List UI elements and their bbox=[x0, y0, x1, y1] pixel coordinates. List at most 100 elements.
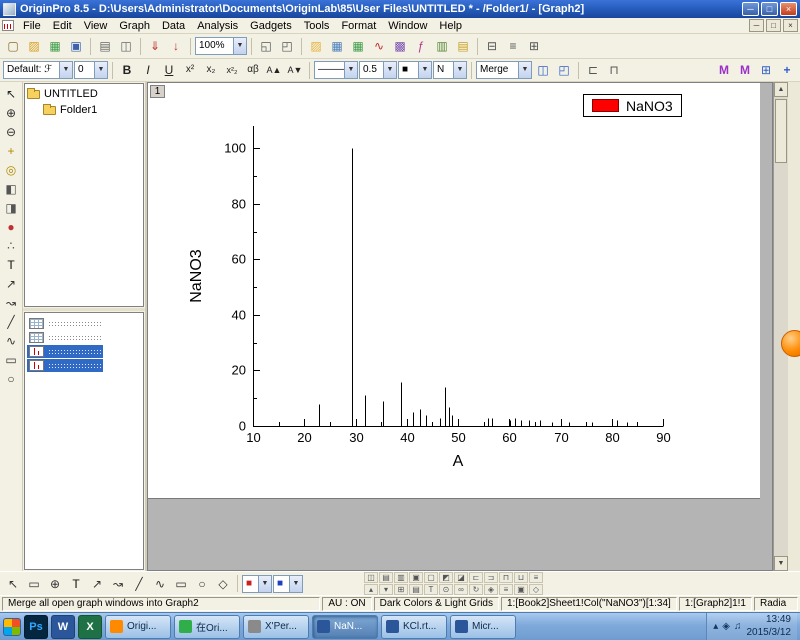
child-close-button[interactable]: × bbox=[783, 19, 798, 32]
align-left-button[interactable]: ⊏ bbox=[469, 572, 483, 583]
chevron-down-icon[interactable]: ▼ bbox=[233, 38, 246, 54]
polygon-annotation-tool-button[interactable]: ◇ bbox=[213, 574, 233, 593]
results-log-toggle-button[interactable]: ≡ bbox=[503, 37, 523, 56]
new-layer-button[interactable]: ⊞ bbox=[756, 61, 776, 80]
line-width-combo[interactable]: 0.5 ▼ bbox=[359, 61, 397, 79]
polyline-annotation-tool-button[interactable]: ∿ bbox=[150, 574, 170, 593]
layer-up-button[interactable]: ▴ bbox=[364, 584, 378, 595]
merge-selected-graph-windows-button[interactable]: M bbox=[735, 61, 755, 80]
scroll-down-button[interactable]: ▼ bbox=[774, 556, 788, 571]
ellipse-tool-button[interactable]: ○ bbox=[2, 370, 21, 388]
import-single-ascii-button[interactable]: ↓ bbox=[166, 37, 186, 56]
distribute-objects-button[interactable]: ≡ bbox=[529, 572, 543, 583]
menu-view[interactable]: View bbox=[78, 19, 114, 33]
line-style-combo[interactable]: ———▼ bbox=[314, 61, 358, 79]
open-button[interactable]: ▨ bbox=[24, 37, 44, 56]
scroll-thumb[interactable] bbox=[775, 99, 787, 163]
chart-legend[interactable]: NaNO3 bbox=[583, 94, 682, 117]
graph-window-item[interactable] bbox=[27, 345, 103, 358]
menu-help[interactable]: Help bbox=[433, 19, 468, 33]
align-left-layers-button[interactable]: ⊏ bbox=[583, 61, 603, 80]
bold-button[interactable]: B bbox=[117, 61, 137, 80]
new-project-button[interactable]: ▢ bbox=[3, 37, 23, 56]
workbook-window-item[interactable] bbox=[27, 317, 103, 330]
menu-graph[interactable]: Graph bbox=[113, 19, 156, 33]
chevron-down-icon[interactable]: ▼ bbox=[344, 62, 357, 78]
word-quicklaunch-icon[interactable]: W bbox=[51, 614, 75, 639]
arrow-annotation-tool-button[interactable]: ↗ bbox=[87, 574, 107, 593]
align-right-button[interactable]: ⊐ bbox=[484, 572, 498, 583]
scroll-up-button[interactable]: ▲ bbox=[774, 82, 788, 97]
start-button[interactable] bbox=[3, 617, 21, 636]
copy-format-button[interactable]: ▤ bbox=[379, 572, 393, 583]
draw-data-tool-button[interactable]: ∴ bbox=[2, 237, 21, 255]
selection-on-active-plot-tool-button[interactable]: ◨ bbox=[2, 199, 21, 217]
menu-window[interactable]: Window bbox=[382, 19, 433, 33]
rectangle-tool-button[interactable]: ▭ bbox=[2, 351, 21, 369]
new-function-plot-button[interactable]: ƒ bbox=[411, 37, 431, 56]
import-wizard-button[interactable]: ⇓ bbox=[145, 37, 165, 56]
extract-layer-button[interactable]: ◰ bbox=[554, 61, 574, 80]
add-date-time-button[interactable]: ⊙ bbox=[439, 584, 453, 595]
menu-file[interactable]: File bbox=[17, 19, 47, 33]
object-fill-color-combo[interactable]: ■ ▼ bbox=[242, 574, 272, 593]
underline-button[interactable]: U bbox=[159, 61, 179, 80]
vertical-scrollbar[interactable]: ▲ ▼ bbox=[773, 82, 788, 571]
child-restore-button[interactable]: □ bbox=[766, 19, 781, 32]
panel-splitter[interactable] bbox=[23, 308, 145, 311]
align-top-layers-button[interactable]: ⊓ bbox=[604, 61, 624, 80]
new-notes-button[interactable]: ▤ bbox=[453, 37, 473, 56]
command-window-toggle-button[interactable]: ⊞ bbox=[524, 37, 544, 56]
subscript-button[interactable]: x₂ bbox=[201, 61, 221, 80]
maximize-button[interactable]: □ bbox=[761, 2, 778, 16]
origin-taskbar-button[interactable]: Origi... bbox=[105, 614, 171, 639]
region-select-tool-button[interactable]: ▭ bbox=[24, 574, 44, 593]
layer-management-button[interactable]: + bbox=[777, 61, 797, 80]
object-settings-button[interactable]: ◇ bbox=[529, 584, 543, 595]
chevron-down-icon[interactable]: ▼ bbox=[94, 62, 107, 78]
update-legend-button[interactable]: ↻ bbox=[469, 584, 483, 595]
zoom-combo[interactable]: 100% ▼ bbox=[195, 37, 247, 55]
mask-range-tool-button[interactable]: ● bbox=[2, 218, 21, 236]
print-button[interactable]: ▤ bbox=[95, 37, 115, 56]
layer-down-button[interactable]: ▾ bbox=[379, 584, 393, 595]
project-root-node[interactable]: UNTITLED bbox=[27, 86, 141, 102]
graph-page[interactable]: 10 20 30 40 50 60 70 80 90 0 20 40 60 80 100 A NaNO3 1 N… bbox=[148, 83, 760, 498]
new-graph-button[interactable]: ∿ bbox=[369, 37, 389, 56]
pointer-tool-button[interactable]: ↖ bbox=[2, 85, 21, 103]
duplicate-object-button[interactable]: ◫ bbox=[364, 572, 378, 583]
xpert-taskbar-button[interactable]: X'Per... bbox=[243, 614, 309, 639]
chevron-down-icon[interactable]: ▼ bbox=[59, 62, 72, 78]
new-folder-button[interactable]: ▨ bbox=[306, 37, 326, 56]
polyline-tool-button[interactable]: ∿ bbox=[2, 332, 21, 350]
new-excel-workbook-button[interactable]: ▦ bbox=[348, 37, 368, 56]
chevron-down-icon[interactable]: ▼ bbox=[518, 62, 531, 78]
chevron-down-icon[interactable]: ▼ bbox=[383, 62, 396, 78]
title-bar[interactable]: OriginPro 8.5 - D:\Users\Administrator\D… bbox=[0, 0, 800, 18]
volume-icon[interactable]: ♫ bbox=[734, 621, 742, 632]
save-project-button[interactable]: ▣ bbox=[66, 37, 86, 56]
insert-link-button[interactable]: ∞ bbox=[454, 584, 468, 595]
italic-button[interactable]: I bbox=[138, 61, 158, 80]
excel-quicklaunch-icon[interactable]: X bbox=[78, 614, 102, 639]
folder1-node[interactable]: Folder1 bbox=[27, 102, 141, 118]
object-properties-button[interactable]: ▣ bbox=[514, 584, 528, 595]
object-line-color-combo[interactable]: ■ ▼ bbox=[273, 574, 303, 593]
open-excel-button[interactable]: ▦ bbox=[45, 37, 65, 56]
merge-combo[interactable]: Merge ▼ bbox=[476, 61, 532, 79]
align-top-button[interactable]: ⊓ bbox=[499, 572, 513, 583]
minimize-button[interactable]: ─ bbox=[742, 2, 759, 16]
align-bottom-button[interactable]: ⊔ bbox=[514, 572, 528, 583]
increase-font-size-button[interactable]: A▲ bbox=[264, 61, 284, 80]
line-annotation-tool-button[interactable]: ╱ bbox=[129, 574, 149, 593]
menu-gadgets[interactable]: Gadgets bbox=[244, 19, 298, 33]
word-micr-taskbar-button[interactable]: Micr... bbox=[450, 614, 516, 639]
add-text-button[interactable]: T bbox=[424, 584, 438, 595]
ungroup-objects-button[interactable]: ▢ bbox=[424, 572, 438, 583]
chevron-down-icon[interactable]: ▼ bbox=[418, 62, 431, 78]
curved-arrow-tool-button[interactable]: ↝ bbox=[2, 294, 21, 312]
add-legend-button[interactable]: ▤ bbox=[409, 584, 423, 595]
merge-on-page-button[interactable]: ◫ bbox=[533, 61, 553, 80]
clock[interactable]: 13:49 2015/3/12 bbox=[747, 614, 792, 639]
ellipse-annotation-tool-button[interactable]: ○ bbox=[192, 574, 212, 593]
